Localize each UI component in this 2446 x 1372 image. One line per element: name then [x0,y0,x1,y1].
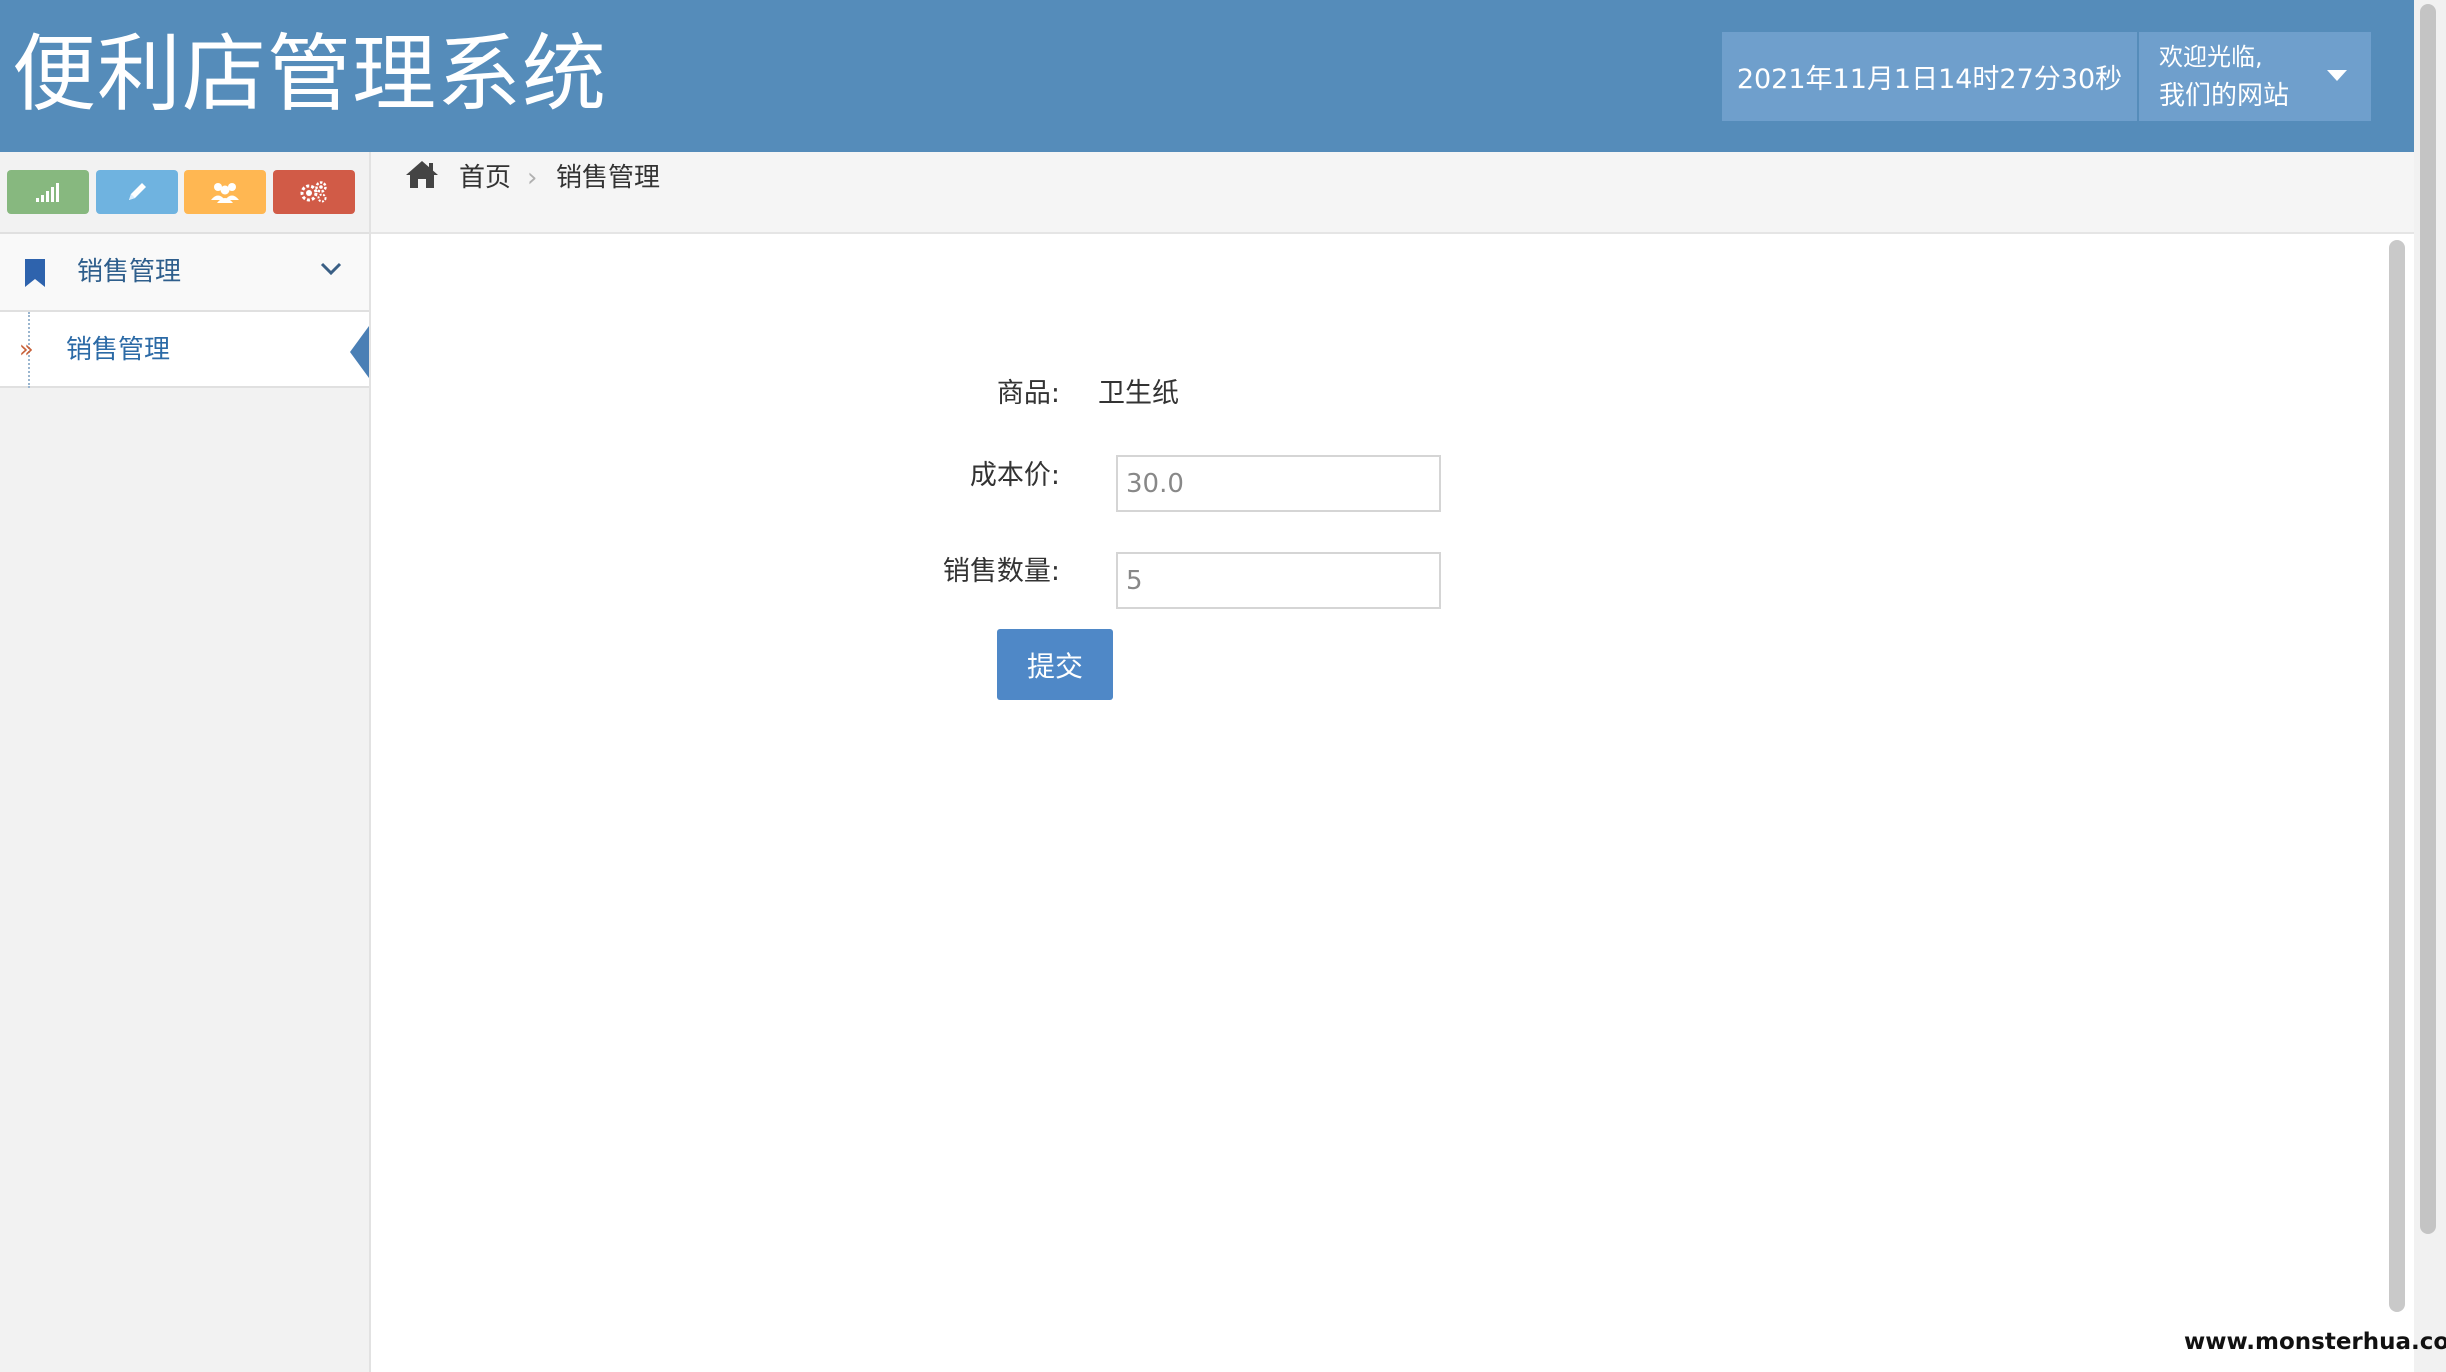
active-indicator [350,326,369,378]
top-header: 便利店管理系统 2021年11月1日14时27分30秒 欢迎光临, 我们的网站 [0,0,2414,152]
sale-quantity-label: 销售数量: [942,556,1060,587]
welcome-text: 欢迎光临, [2159,43,2263,71]
users-icon [211,183,239,203]
sidebar-item-label: 销售管理 [66,335,171,365]
sidebar: 销售管理 » 销售管理 [0,152,371,1372]
content-scrollbar-thumb[interactable] [2389,240,2405,1312]
sale-quantity-input[interactable] [1116,552,1441,609]
cost-price-label: 成本价: [969,460,1060,491]
datetime-text: 2021年11月1日14时27分30秒 [1736,64,2123,95]
cogs-icon [300,181,327,203]
home-icon[interactable] [404,158,440,192]
user-menu-dropdown[interactable]: 欢迎光临, 我们的网站 [2139,32,2371,121]
sidebar-group-label: 销售管理 [77,257,182,287]
breadcrumb: 首页 › 销售管理 [371,152,2414,234]
sidebar-shortcuts [0,152,369,234]
watermark-text: www.monsterhua.com [2184,1329,2446,1355]
bookmark-icon [25,259,45,287]
site-name-text: 我们的网站 [2159,81,2290,111]
product-value: 卫生纸 [1098,378,1179,409]
shortcut-edit-button[interactable] [96,170,178,214]
breadcrumb-home-link[interactable]: 首页 [459,156,511,200]
sidebar-item-sales[interactable]: » 销售管理 [0,312,369,388]
double-chevron-right-icon: » [19,335,34,363]
shortcut-stats-button[interactable] [7,170,89,214]
signal-icon [36,183,59,202]
submit-button[interactable]: 提交 [997,629,1113,700]
shortcut-users-button[interactable] [184,170,266,214]
caret-down-icon [2327,70,2347,81]
sidebar-group-sales[interactable]: 销售管理 [0,234,369,312]
chevron-down-icon [320,262,342,276]
cost-price-input[interactable] [1116,455,1441,512]
shortcut-settings-button[interactable] [273,170,355,214]
page-scrollbar-thumb[interactable] [2420,4,2436,1234]
pencil-icon [129,183,146,200]
app-title: 便利店管理系统 [12,25,608,123]
datetime-display: 2021年11月1日14时27分30秒 [1722,32,2137,121]
chevron-right-icon: › [527,163,538,193]
breadcrumb-current: 销售管理 [556,163,661,193]
product-label: 商品: [996,378,1060,409]
